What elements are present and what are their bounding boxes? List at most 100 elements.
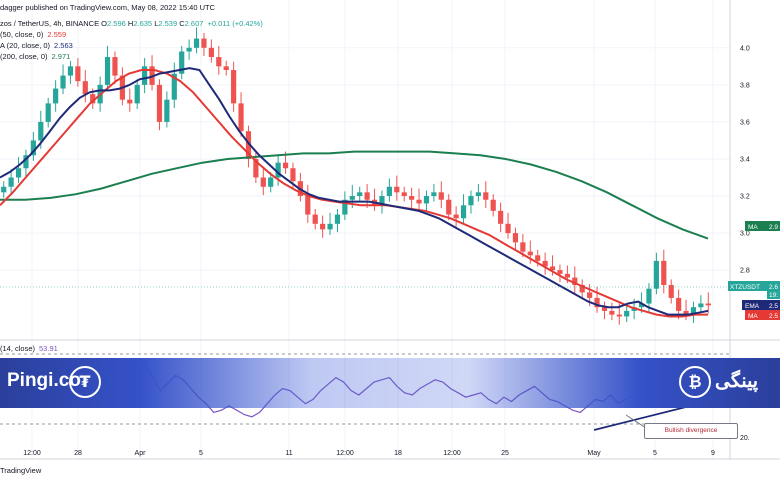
candle-body — [401, 192, 407, 197]
bullish-divergence-label: Bullish divergence — [644, 423, 738, 439]
candle-body — [676, 297, 682, 311]
candle-body — [646, 288, 652, 304]
candle-body — [557, 270, 563, 274]
candle-body — [193, 38, 200, 48]
bitcoin-icon: ₿ — [679, 366, 711, 398]
candle-body — [705, 303, 711, 306]
candle-body — [334, 214, 341, 224]
candle-body — [505, 223, 511, 234]
time-axis: 12:00 28 Apr 5 11 12:00 18 12:00 25 May 5 9 — [23, 450, 715, 457]
candle-body — [45, 103, 51, 122]
price-tick-label: 3.2 — [740, 194, 750, 201]
candle-body — [38, 121, 44, 141]
candle-body — [535, 255, 541, 261]
candle-body — [475, 192, 481, 197]
candle-body — [609, 310, 615, 315]
candle-body — [453, 214, 459, 219]
svg-text:EMA: EMA — [745, 303, 760, 310]
change-value: +0.011 (+0.42%) — [207, 19, 263, 28]
candle-body — [15, 168, 22, 178]
ma200-line — [0, 150, 709, 240]
svg-text:19:: 19: — [769, 292, 778, 299]
candle-body — [312, 214, 318, 224]
rsi-legend: (14, close) 53.91 — [0, 344, 58, 353]
candle-body — [616, 314, 622, 317]
candle-body — [156, 84, 163, 122]
symbol-name: zos / TetherUS, 4h, BINANCE — [0, 19, 100, 28]
candle-body — [386, 186, 392, 197]
candle-body — [446, 199, 452, 215]
candle-body — [431, 192, 437, 197]
ema20-line — [0, 67, 709, 316]
candle-body — [75, 66, 81, 82]
candle-body — [527, 251, 533, 256]
candle-body — [282, 162, 289, 169]
candle-body — [112, 57, 118, 76]
candle-body — [60, 75, 66, 89]
ema20-legend: A (20, close, 0) 2.563 — [0, 41, 73, 50]
candle-body — [490, 199, 496, 211]
candle-body — [208, 47, 214, 58]
rsi-axis: 40.20. — [740, 403, 750, 442]
candle-body — [416, 199, 422, 204]
tradingview-logo: TradingView — [0, 466, 42, 475]
candle-body — [438, 192, 444, 200]
candle-body — [127, 99, 133, 104]
candle-body — [357, 192, 363, 197]
svg-text:2.6: 2.6 — [769, 284, 778, 291]
candle-body — [468, 196, 474, 206]
candle-body — [564, 273, 570, 278]
price-tick-label: 3.0 — [740, 231, 750, 238]
time-tick-label: 28 — [74, 450, 82, 457]
time-tick-label: 5 — [199, 450, 203, 457]
candle-body — [698, 303, 704, 308]
price-tick-label: 3.6 — [740, 119, 750, 126]
candle-body — [587, 292, 593, 298]
time-tick-label: May — [587, 450, 601, 457]
price-tick-label: 2.8 — [740, 268, 750, 275]
rsi-tick-label: 20. — [740, 435, 750, 442]
time-tick-label: 12:00 — [23, 450, 41, 457]
time-tick-label: 9 — [711, 450, 715, 457]
candle-body — [268, 177, 274, 187]
candle-body — [409, 196, 415, 200]
tag-ema20: EMA 2.5 — [742, 300, 780, 310]
candle-body — [423, 196, 430, 204]
svg-text:MA: MA — [748, 313, 758, 320]
candle-body — [498, 210, 504, 224]
svg-text:2.5: 2.5 — [769, 313, 778, 320]
price-chart[interactable]: 4.0 3.8 3.6 3.4 3.2 3.0 2.8 40.20. 12:00 28 Apr 5… — [0, 0, 780, 480]
ma50-line — [0, 69, 708, 318]
candle-body — [661, 260, 667, 285]
candle-body — [260, 177, 266, 187]
publish-info: dagger published on TradingView.com, May… — [0, 3, 215, 12]
candle-body — [82, 81, 88, 95]
candle-body — [223, 66, 229, 71]
candle-body — [104, 57, 111, 85]
candle-body — [624, 310, 630, 317]
candle-body — [290, 168, 296, 182]
candle-body — [238, 103, 244, 132]
watermark-banner — [0, 358, 780, 408]
time-tick-label: 18 — [394, 450, 402, 457]
candle-body — [320, 223, 326, 230]
candle-body — [512, 233, 519, 243]
candle-body — [653, 260, 659, 289]
time-tick-label: 25 — [501, 450, 509, 457]
ma50-legend: (50, close, 0) 2.559 — [0, 30, 67, 39]
time-tick-label: 5 — [653, 450, 657, 457]
svg-text:2.9: 2.9 — [769, 224, 778, 231]
price-tick-label: 3.4 — [740, 156, 750, 163]
candle-body — [164, 99, 170, 122]
price-tick-label: 3.8 — [740, 82, 750, 89]
price-tick-label: 4.0 — [740, 45, 750, 52]
candle-body — [8, 177, 14, 187]
candle-body — [53, 88, 59, 104]
time-tick-label: 11 — [285, 450, 292, 457]
price-axis: 4.0 3.8 3.6 3.4 3.2 3.0 2.8 — [740, 45, 750, 274]
candle-body — [134, 84, 140, 104]
tether-icon: ₮ — [69, 366, 101, 398]
candle-body — [67, 66, 74, 76]
candle-body — [201, 38, 207, 48]
watermark-text-right: پینگی — [715, 371, 759, 392]
